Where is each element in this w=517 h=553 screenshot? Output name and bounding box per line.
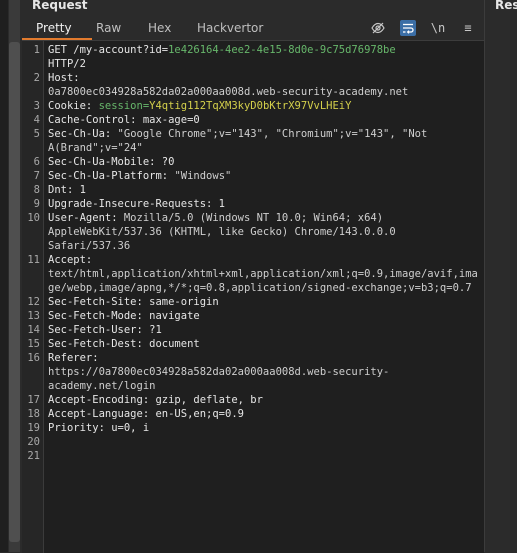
request-lines: 1 GET /my-account?id=1e426164-4ee2-4e15-… (22, 43, 484, 463)
response-panel-title: Resp (495, 0, 517, 12)
request-line-text: Cache-Control: max-age=0 (48, 114, 200, 126)
request-line-8: 8 Dnt: 1 (22, 183, 484, 197)
request-line-21: 21 (22, 449, 484, 463)
request-line-text: User-Agent: Mozilla/5.0 (Windows NT 10.0… (48, 212, 403, 252)
request-line-20: 20 (22, 435, 484, 449)
left-scrollbar-thumb[interactable] (9, 42, 20, 542)
line-number: 20 (27, 436, 40, 448)
request-line-13: 13 Sec-Fetch-Mode: navigate (22, 309, 484, 323)
request-line-6: 6 Sec-Ch-Ua-Mobile: ?0 (22, 155, 484, 169)
line-number: 21 (27, 450, 40, 462)
request-line-17: 17 Accept-Encoding: gzip, deflate, br (22, 393, 484, 407)
line-number: 10 (27, 212, 40, 224)
request-line-12: 12 Sec-Fetch-Site: same-origin (22, 295, 484, 309)
request-line-text: Accept-Language: en-US,en;q=0.9 (48, 408, 244, 420)
request-line-text: Host: 0a7800ec034928a582da02a000aa008d.w… (48, 72, 409, 98)
request-line-text: Sec-Fetch-Mode: navigate (48, 310, 200, 322)
line-number: 1 (33, 44, 40, 56)
request-line-18: 18 Accept-Language: en-US,en;q=0.9 (22, 407, 484, 421)
request-line-15: 15 Sec-Fetch-Dest: document (22, 337, 484, 351)
line-number: 8 (33, 184, 40, 196)
request-line-text: GET /my-account?id=1e426164-4ee2-4e15-8d… (48, 44, 396, 70)
wrap-icon-svg (403, 23, 414, 34)
line-number: 3 (33, 100, 40, 112)
line-number: 6 (33, 156, 40, 168)
request-panel: Request Pretty Raw Hex Hackvertor \n ≡ 1… (22, 0, 484, 553)
line-number: 17 (27, 394, 40, 406)
request-line-text: Priority: u=0, i (48, 422, 150, 434)
request-line-text: Upgrade-Insecure-Requests: 1 (48, 198, 226, 210)
request-line-1: 1 GET /my-account?id=1e426164-4ee2-4e15-… (22, 43, 484, 71)
request-line-text: Accept: text/html,application/xhtml+xml,a… (48, 254, 478, 294)
tab-hex[interactable]: Hex (148, 21, 171, 35)
line-number: 19 (27, 422, 40, 434)
tab-pretty[interactable]: Pretty (36, 21, 72, 35)
request-line-10: 10 User-Agent: Mozilla/5.0 (Windows NT 1… (22, 211, 484, 253)
request-line-5: 5 Sec-Ch-Ua: "Google Chrome";v="143", "C… (22, 127, 484, 155)
request-line-text: Referer: https://0a7800ec034928a582da02a0… (48, 352, 390, 392)
request-line-text: Sec-Ch-Ua-Mobile: ?0 (48, 156, 175, 168)
line-number: 9 (33, 198, 40, 210)
line-number: 12 (27, 296, 40, 308)
request-line-text: Cookie: session=Y4qtig112TqXM3kyD0bKtrX9… (48, 100, 352, 112)
request-line-11: 11 Accept: text/html,application/xhtml+xm… (22, 253, 484, 295)
editor-toolbar: \n ≡ (370, 18, 476, 38)
newline-icon[interactable]: \n (430, 20, 446, 36)
request-line-text: Sec-Fetch-User: ?1 (48, 324, 162, 336)
line-number: 16 (27, 352, 40, 364)
request-line-4: 4 Cache-Control: max-age=0 (22, 113, 484, 127)
line-number: 13 (27, 310, 40, 322)
left-scrollbar[interactable] (9, 0, 20, 552)
line-number: 18 (27, 408, 40, 420)
request-line-text: Sec-Ch-Ua-Platform: "Windows" (48, 170, 232, 182)
request-line-9: 9 Upgrade-Insecure-Requests: 1 (22, 197, 484, 211)
request-line-text (48, 449, 478, 463)
request-line-text (48, 435, 478, 449)
left-edge (0, 0, 8, 552)
request-line-3: 3 Cookie: session=Y4qtig112TqXM3kyD0bKtr… (22, 99, 484, 113)
request-line-7: 7 Sec-Ch-Ua-Platform: "Windows" (22, 169, 484, 183)
line-number: 15 (27, 338, 40, 350)
eye-off-icon[interactable] (370, 20, 386, 36)
line-number: 7 (33, 170, 40, 182)
eye-off-icon-svg (371, 22, 385, 34)
request-line-19: 19 Priority: u=0, i (22, 421, 484, 435)
line-number: 4 (33, 114, 40, 126)
tab-hackvertor[interactable]: Hackvertor (197, 21, 263, 35)
request-editor[interactable]: 1 GET /my-account?id=1e426164-4ee2-4e15-… (22, 40, 484, 553)
panel-title: Request (32, 0, 88, 12)
line-number: 14 (27, 324, 40, 336)
line-number: 5 (33, 128, 40, 140)
request-line-14: 14 Sec-Fetch-User: ?1 (22, 323, 484, 337)
tab-raw[interactable]: Raw (96, 21, 121, 35)
request-line-text: Sec-Fetch-Dest: document (48, 338, 200, 350)
wrap-icon[interactable] (400, 20, 416, 36)
request-line-2: 2 Host: 0a7800ec034928a582da02a000aa008d… (22, 71, 484, 99)
request-line-text: Sec-Ch-Ua: "Google Chrome";v="143", "Chr… (48, 128, 434, 154)
request-line-text: Accept-Encoding: gzip, deflate, br (48, 394, 263, 406)
response-panel: Resp (485, 0, 517, 552)
line-number: 2 (33, 72, 40, 84)
menu-icon[interactable]: ≡ (460, 20, 476, 36)
request-line-text: Dnt: 1 (48, 184, 86, 196)
request-line-16: 16 Referer: https://0a7800ec034928a582da0… (22, 351, 484, 393)
request-line-text: Sec-Fetch-Site: same-origin (48, 296, 219, 308)
line-number: 11 (27, 254, 40, 266)
